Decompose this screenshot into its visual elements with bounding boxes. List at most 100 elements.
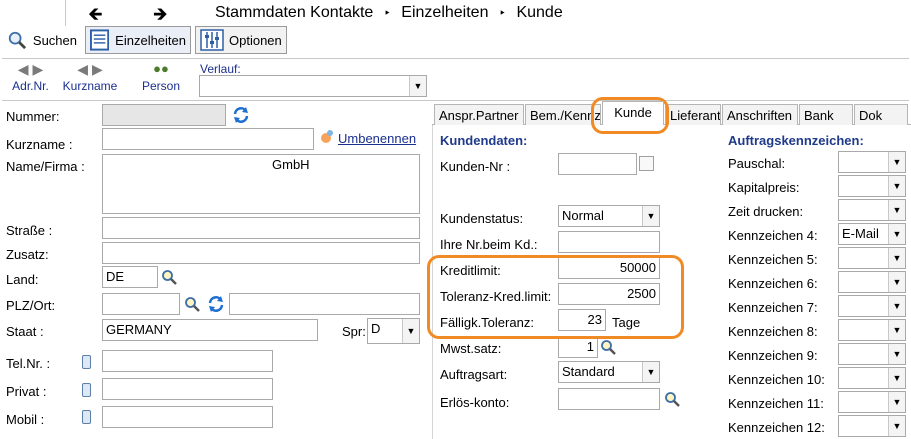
auftrag-row-label: Pauschal: [728, 156, 786, 171]
kundenstatus-select[interactable]: Normal ▼ [558, 205, 660, 227]
mobil-field[interactable] [102, 406, 273, 428]
lookup-icon[interactable] [161, 269, 177, 285]
tab-anspr-partner[interactable]: Anspr.Partner [434, 104, 524, 125]
spr-select[interactable]: D ▼ [367, 318, 420, 344]
document-list-icon [90, 29, 110, 51]
refresh-icon[interactable] [207, 295, 225, 313]
plz-label: PLZ/Ort: [6, 298, 56, 313]
chevron-down-icon[interactable]: ▼ [888, 248, 905, 268]
mwst-field[interactable]: 1 [558, 336, 598, 358]
name-field[interactable]: GmbH [102, 154, 420, 214]
zusatz-field[interactable] [102, 242, 420, 264]
auftrag-row-label: Kennzeichen 4: [728, 228, 818, 243]
umbenennen-link[interactable]: Umbenennen [338, 131, 416, 146]
kurzname-label: Kurzname : [6, 137, 73, 152]
breadcrumb-left-divider [65, 0, 66, 26]
ihre-nr-field[interactable] [558, 231, 660, 253]
tel-field[interactable] [102, 350, 273, 372]
tab-lieferant[interactable]: Lieferant [665, 104, 721, 125]
auftrag-row-select[interactable]: ▼ [838, 295, 906, 317]
tab-bank[interactable]: Bank [799, 104, 853, 125]
search-button[interactable]: Suchen [3, 26, 81, 54]
chevron-down-icon[interactable]: ▼ [888, 344, 905, 364]
chevron-down-icon[interactable]: ▼ [402, 319, 419, 343]
kundenstatus-value: Normal [562, 208, 604, 223]
auftrag-row-select[interactable]: ▼ [838, 199, 906, 221]
auftrag-row-select[interactable]: ▼ [838, 367, 906, 389]
phone-icon[interactable] [82, 410, 91, 424]
search-icon [8, 31, 27, 50]
ort-field[interactable] [229, 293, 420, 315]
nummer-label: Nummer: [6, 109, 60, 124]
chevron-down-icon[interactable]: ▼ [888, 368, 905, 388]
staat-field[interactable]: GERMANY [102, 319, 318, 341]
chevron-down-icon[interactable]: ▼ [642, 206, 659, 226]
name-value: GmbH [272, 157, 310, 172]
mwst-value: 1 [586, 339, 594, 354]
tab-bem-kennz[interactable]: Bem./Kennz. [525, 104, 601, 125]
chevron-down-icon[interactable]: ▼ [888, 296, 905, 316]
kundenstatus-label: Kundenstatus: [440, 211, 524, 226]
chevron-down-icon[interactable]: ▼ [888, 200, 905, 220]
details-button[interactable]: Einzelheiten [85, 26, 191, 54]
land-field[interactable]: DE [102, 266, 158, 288]
privat-field[interactable] [102, 378, 273, 400]
breadcrumb-item[interactable]: Einzelheiten [401, 4, 488, 21]
chevron-down-icon[interactable]: ▼ [888, 152, 905, 172]
auftrag-row-select[interactable]: ▼ [838, 319, 906, 341]
arrow-left-icon: 🡸 [88, 4, 103, 24]
spr-label: Spr: [342, 324, 366, 339]
adrnr-nav[interactable]: ◀ ▶ Adr.Nr. [8, 62, 53, 93]
kunden-nr-checkbox[interactable] [639, 156, 654, 171]
breadcrumb-separator: ‣ [383, 6, 391, 20]
chevron-down-icon[interactable]: ▼ [642, 362, 659, 382]
chevron-down-icon[interactable]: ▼ [409, 76, 426, 96]
chevron-down-icon[interactable]: ▼ [888, 392, 905, 412]
auftragsart-select[interactable]: Standard ▼ [558, 361, 660, 383]
chevron-down-icon[interactable]: ▼ [888, 272, 905, 292]
breadcrumb-bar: 🡸 🡺 Stammdaten Kontakte ‣ Einzelheiten ‣… [0, 0, 911, 27]
verlauf-select[interactable]: ▼ [199, 75, 427, 97]
kurzname-nav-label: Kurzname [62, 79, 118, 93]
auftrag-row-select[interactable]: ▼ [838, 391, 906, 413]
chevron-down-icon[interactable]: ▼ [888, 224, 905, 244]
plz-field[interactable] [102, 293, 180, 315]
person-button[interactable]: ●● Person [136, 62, 186, 94]
tab-dok[interactable]: Dok [854, 104, 908, 125]
options-button[interactable]: Optionen [195, 26, 287, 54]
phone-icon[interactable] [82, 383, 91, 397]
phone-icon[interactable] [82, 355, 91, 369]
kurzname-nav[interactable]: ◀ ▶ Kurzname [60, 62, 120, 93]
auftrag-row-label: Kennzeichen 12: [728, 420, 825, 435]
kunden-nr-field[interactable] [558, 153, 637, 175]
auftrag-row-select[interactable]: ▼ [838, 247, 906, 269]
refresh-icon[interactable] [232, 106, 250, 124]
breadcrumb-item[interactable]: Kunde [516, 4, 562, 21]
lookup-icon[interactable] [664, 391, 680, 407]
chevron-down-icon[interactable]: ▼ [888, 320, 905, 340]
auftrag-row-select[interactable]: ▼ [838, 151, 906, 173]
chevron-down-icon[interactable]: ▼ [888, 176, 905, 196]
auftrag-row-select[interactable]: ▼ [838, 175, 906, 197]
kurzname-field[interactable] [102, 128, 314, 150]
auftrag-row-label: Kennzeichen 5: [728, 252, 818, 267]
breadcrumb-item[interactable]: Stammdaten Kontakte [215, 4, 373, 21]
chevron-down-icon[interactable]: ▼ [888, 416, 905, 436]
tab-kunde[interactable]: Kunde [602, 101, 664, 125]
lookup-icon[interactable] [600, 339, 616, 355]
zusatz-label: Zusatz: [6, 247, 49, 262]
auftrag-row-select[interactable]: E-Mail ▼ [838, 223, 906, 245]
prev-next-icon: ◀ ▶ [17, 61, 44, 77]
auftrag-row-select[interactable]: ▼ [838, 415, 906, 437]
strasse-field[interactable] [102, 217, 420, 239]
auftrag-row-select[interactable]: ▼ [838, 271, 906, 293]
erloes-label: Erlös-konto: [440, 395, 510, 410]
tab-anschriften[interactable]: Anschriften [722, 104, 798, 125]
options-label: Optionen [229, 32, 282, 48]
auftrag-row-select[interactable]: ▼ [838, 343, 906, 365]
auftrag-row-label: Zeit drucken: [728, 204, 804, 219]
rename-icon[interactable] [318, 129, 334, 145]
auftrag-row-label: Kennzeichen 10: [728, 372, 825, 387]
lookup-icon[interactable] [184, 296, 200, 312]
erloes-field[interactable] [558, 388, 660, 410]
